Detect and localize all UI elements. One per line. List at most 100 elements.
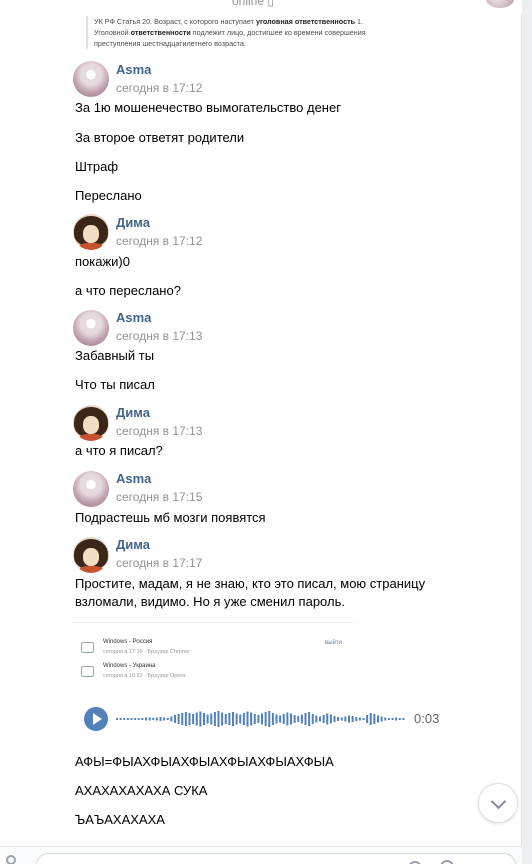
waveform-bar bbox=[329, 714, 332, 724]
waveform-bar bbox=[152, 718, 155, 720]
waveform-bar bbox=[159, 717, 162, 721]
waveform-bar bbox=[326, 713, 329, 725]
quoted-text: УК РФ Статья 20. Возраст, с которого нас… bbox=[86, 16, 376, 49]
waveform-bar bbox=[333, 716, 336, 722]
waveform-bar bbox=[235, 713, 238, 725]
session-row: Windows - Россия сегодня в 17:16 · Брауз… bbox=[81, 639, 351, 663]
waveform[interactable] bbox=[116, 707, 406, 731]
quote-text: преступления шестнадцатилетнего возраста… bbox=[94, 39, 246, 48]
waveform-bar bbox=[163, 717, 166, 721]
waveform-bar bbox=[264, 712, 267, 726]
waveform-bar bbox=[362, 718, 365, 720]
message-time[interactable]: сегодня в 17:17 bbox=[116, 556, 202, 570]
author-name[interactable]: Дима bbox=[116, 215, 150, 230]
avatar[interactable] bbox=[73, 214, 109, 250]
session-title: Windows - Россия bbox=[103, 639, 153, 645]
monitor-icon bbox=[81, 642, 94, 653]
waveform-bar bbox=[141, 718, 144, 720]
waveform-bar bbox=[116, 718, 118, 720]
session-logout-link: выйти bbox=[325, 640, 342, 646]
message-text: За второе ответят родители bbox=[75, 130, 245, 145]
chat-history: online ▯ УК РФ Статья 20. Возраст, с кот… bbox=[0, 0, 522, 864]
waveform-bar bbox=[170, 716, 173, 722]
waveform-bar bbox=[188, 713, 191, 725]
waveform-bar bbox=[148, 717, 151, 721]
waveform-bar bbox=[308, 712, 311, 726]
waveform-bar bbox=[174, 715, 176, 723]
waveform-bar bbox=[380, 716, 383, 722]
message-text: ЪАЪАХАХАХА bbox=[75, 812, 165, 827]
top-avatar[interactable] bbox=[486, 0, 514, 8]
waveform-bar bbox=[387, 718, 390, 720]
waveform-bar bbox=[384, 717, 387, 721]
message-text: Что ты писал bbox=[75, 377, 155, 392]
waveform-bar bbox=[192, 714, 195, 724]
waveform-bar bbox=[344, 716, 347, 722]
online-status: online ▯ bbox=[232, 0, 274, 8]
message-time[interactable]: сегодня в 17:12 bbox=[116, 81, 202, 95]
waveform-bar bbox=[261, 713, 263, 725]
message-time[interactable]: сегодня в 17:13 bbox=[116, 329, 202, 343]
avatar[interactable] bbox=[73, 471, 109, 507]
waveform-bar bbox=[130, 718, 133, 720]
author-name[interactable]: Asma bbox=[116, 62, 151, 77]
waveform-bar bbox=[398, 718, 401, 720]
waveform-bar bbox=[257, 715, 260, 723]
message-composer bbox=[0, 846, 522, 864]
message-text: Подрастешь мб мозги появятся bbox=[75, 510, 266, 525]
avatar[interactable] bbox=[73, 405, 109, 441]
author-name[interactable]: Дима bbox=[116, 405, 150, 420]
waveform-bar bbox=[137, 718, 140, 720]
message-text: Простите, мадам, я не знаю, кто это писа… bbox=[75, 576, 426, 591]
waveform-bar bbox=[304, 713, 307, 725]
waveform-bar bbox=[311, 714, 314, 724]
quote-text: Уголовной bbox=[94, 28, 131, 37]
avatar[interactable] bbox=[73, 537, 109, 573]
waveform-bar bbox=[232, 712, 234, 726]
waveform-bar bbox=[246, 711, 249, 727]
quote-text: УК РФ Статья 20. Возраст, с которого нас… bbox=[94, 17, 256, 26]
message-time[interactable]: сегодня в 17:15 bbox=[116, 490, 202, 504]
message-text: покажи)0 bbox=[75, 254, 130, 269]
quote-text: 1. bbox=[355, 17, 364, 26]
waveform-bar bbox=[351, 716, 354, 722]
waveform-bar bbox=[126, 718, 129, 720]
voice-message: 0:03 bbox=[84, 707, 444, 731]
message-time[interactable]: сегодня в 17:12 bbox=[116, 234, 202, 248]
waveform-bar bbox=[155, 717, 158, 721]
waveform-bar bbox=[213, 712, 216, 726]
quote-highlight: уголовная ответственность bbox=[255, 17, 356, 26]
avatar[interactable] bbox=[73, 310, 109, 346]
avatar[interactable] bbox=[73, 61, 109, 97]
waveform-bar bbox=[402, 718, 405, 720]
waveform-bar bbox=[242, 713, 245, 725]
waveform-bar bbox=[315, 715, 318, 723]
waveform-bar bbox=[210, 713, 213, 725]
waveform-bar bbox=[319, 716, 321, 722]
message-text: Штраф bbox=[75, 159, 119, 174]
waveform-bar bbox=[322, 715, 325, 723]
chat-header: online ▯ bbox=[0, 0, 522, 14]
author-name[interactable]: Asma bbox=[116, 471, 151, 486]
waveform-bar bbox=[282, 714, 285, 724]
quote-text: подлежит лицо, достигшее ко времени сове… bbox=[190, 28, 366, 37]
waveform-bar bbox=[355, 717, 358, 721]
waveform-bar bbox=[166, 718, 169, 720]
waveform-bar bbox=[373, 714, 376, 724]
message-time[interactable]: сегодня в 17:13 bbox=[116, 424, 202, 438]
waveform-bar bbox=[300, 714, 303, 724]
author-name[interactable]: Дима bbox=[116, 537, 150, 552]
forwarded-screenshot[interactable]: Windows - Россия сегодня в 17:16 · Брауз… bbox=[73, 622, 355, 688]
waveform-bar bbox=[119, 718, 122, 720]
waveform-bar bbox=[391, 718, 394, 720]
waveform-bar bbox=[206, 714, 209, 724]
waveform-bar bbox=[366, 715, 369, 723]
paperclip-icon[interactable] bbox=[6, 855, 16, 864]
waveform-bar bbox=[293, 715, 296, 723]
message-text: АФЫ=ФЫАХФЫАХФЫАХФЫАХФЫАХФЫА bbox=[75, 754, 334, 769]
voice-duration: 0:03 bbox=[414, 711, 440, 726]
scroll-down-button[interactable] bbox=[478, 783, 518, 823]
author-name[interactable]: Asma bbox=[116, 310, 151, 325]
waveform-bar bbox=[268, 711, 271, 727]
play-icon[interactable] bbox=[84, 707, 108, 731]
